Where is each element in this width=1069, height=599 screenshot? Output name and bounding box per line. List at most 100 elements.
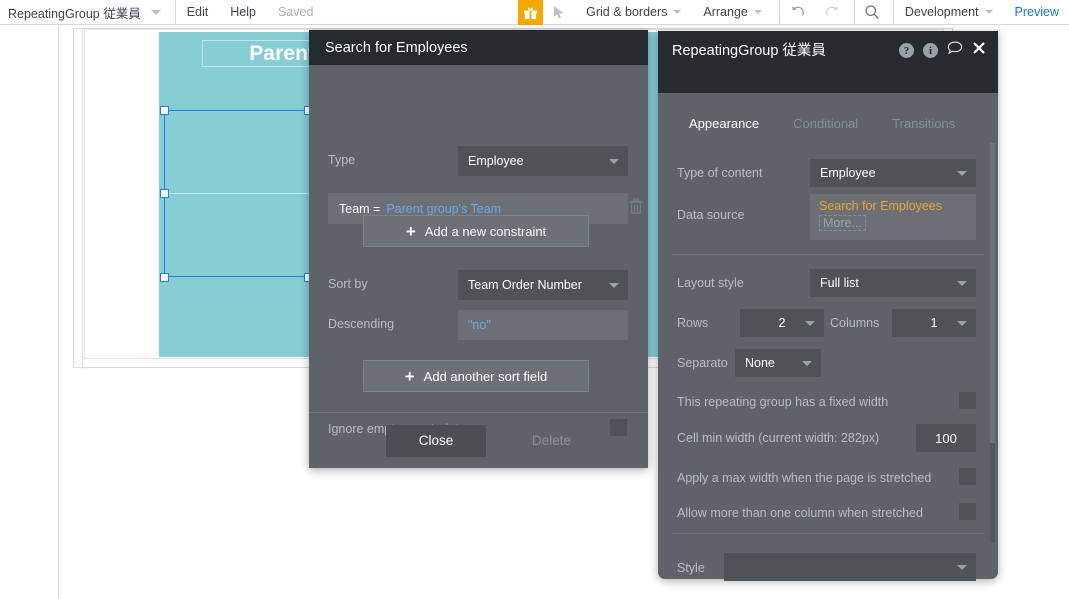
style-select[interactable]	[724, 553, 976, 581]
constraint-key: Team =	[339, 201, 381, 216]
panel-divider-1	[672, 254, 984, 255]
separator-value: None	[745, 356, 775, 370]
arrange-chevron-down-icon	[753, 10, 762, 14]
columns-chevron-down-icon	[957, 321, 967, 326]
help-icon[interactable]: ?	[899, 43, 914, 58]
menu-help[interactable]: Help	[219, 0, 267, 25]
plus-icon: +	[405, 221, 416, 241]
app-root: RepeatingGroup 従業員 Edit Help Saved Grid …	[0, 0, 1069, 599]
resize-handle-middle-left[interactable]	[160, 189, 169, 198]
property-panel-scrollbar-thumb[interactable]	[990, 143, 995, 443]
data-source-more-link[interactable]: More...	[819, 215, 866, 231]
cell-min-width-input[interactable]: 100	[916, 424, 976, 452]
descending-value[interactable]: "no"	[458, 310, 628, 340]
tab-appearance[interactable]: Appearance	[672, 105, 777, 141]
search-dialog-title: Search for Employees	[325, 39, 468, 56]
type-of-content-select[interactable]: Employee	[810, 159, 976, 187]
canvas-gutter-rule-1	[58, 25, 59, 599]
columns-value: 1	[930, 316, 938, 330]
menu-arrange[interactable]: Arrange	[692, 0, 772, 25]
close-icon[interactable]	[972, 41, 986, 60]
element-dialog-title: RepeatingGroup 従業員	[672, 43, 826, 59]
tab-transitions[interactable]: Transitions	[875, 105, 972, 141]
cursor-arrow-icon[interactable]	[543, 0, 575, 25]
close-button[interactable]: Close	[385, 424, 486, 457]
element-dialog-header-actions: ? i	[899, 41, 986, 60]
property-editor-tabs: Appearance Conditional Transitions	[672, 105, 972, 141]
columns-select[interactable]: 1	[892, 309, 976, 337]
type-label: Type	[328, 153, 356, 167]
resize-handle-bottom-left[interactable]	[160, 273, 169, 282]
type-of-content-chevron-down-icon	[957, 171, 967, 176]
sort-by-chevron-down-icon	[609, 283, 619, 288]
fixed-width-label: This repeating group has a fixed width	[677, 395, 889, 409]
info-icon[interactable]: i	[923, 43, 938, 58]
type-select[interactable]: Employee	[458, 146, 628, 176]
multi-column-checkbox[interactable]	[959, 503, 976, 520]
search-icon[interactable]	[855, 0, 889, 25]
type-select-value: Employee	[468, 154, 524, 168]
delete-constraint-trash-icon[interactable]	[629, 198, 643, 215]
menu-edit[interactable]: Edit	[176, 0, 220, 25]
appearance-panel: Type of content Employee Data source Sea…	[658, 141, 998, 581]
separator-label: Separato	[677, 356, 728, 370]
add-new-constraint-button[interactable]: + Add a new constraint	[363, 215, 589, 247]
data-source-field[interactable]: Search for Employees More...	[810, 194, 976, 240]
type-select-chevron-down-icon	[609, 159, 619, 164]
sort-by-select[interactable]: Team Order Number	[458, 270, 628, 300]
save-status: Saved	[277, 5, 314, 19]
tab-conditional[interactable]: Conditional	[776, 105, 875, 141]
repeating-group-property-editor[interactable]: RepeatingGroup 従業員 ? i Appearance Condit…	[658, 31, 998, 581]
resize-handle-top-left[interactable]	[160, 106, 169, 115]
layout-style-label: Layout style	[677, 276, 744, 290]
preview-button[interactable]: Preview	[1004, 0, 1069, 25]
canvas-gutter-rule-2	[82, 29, 83, 369]
max-width-checkbox[interactable]	[959, 468, 976, 485]
element-dialog-header: RepeatingGroup 従業員 ? i	[658, 31, 998, 93]
layout-style-select[interactable]: Full list	[810, 269, 976, 297]
cell-min-width-label: Cell min width (current width: 282px)	[677, 431, 880, 445]
menu-grid-borders-label: Grid & borders	[586, 5, 668, 19]
style-label: Style	[677, 561, 705, 575]
constraint-value[interactable]: Parent group's Team	[386, 202, 501, 216]
search-for-employees-dialog[interactable]: Search for Employees Type Employee Team …	[309, 30, 648, 468]
version-selector[interactable]: Development	[894, 0, 1004, 25]
delete-button: Delete	[531, 433, 572, 448]
comment-icon[interactable]	[947, 41, 963, 60]
undo-icon[interactable]	[780, 0, 815, 25]
add-another-sort-field-label: Add another sort field	[423, 368, 548, 384]
layout-style-chevron-down-icon	[957, 281, 967, 286]
rows-label: Rows	[677, 316, 709, 330]
grid-borders-chevron-down-icon	[673, 10, 682, 14]
style-chevron-down-icon	[957, 565, 967, 570]
rows-value: 2	[778, 316, 786, 330]
app-title: RepeatingGroup 従業員	[8, 6, 141, 21]
add-new-constraint-label: Add a new constraint	[424, 223, 547, 239]
version-chevron-down-icon	[984, 10, 993, 14]
menu-grid-borders[interactable]: Grid & borders	[575, 0, 692, 25]
sort-by-label: Sort by	[328, 277, 368, 291]
search-dialog-header: Search for Employees	[309, 30, 648, 65]
data-source-label: Data source	[677, 208, 745, 222]
gift-icon[interactable]	[518, 0, 544, 25]
max-width-label: Apply a max width when the page is stret…	[677, 471, 932, 485]
redo-icon[interactable]	[815, 0, 850, 25]
type-of-content-label: Type of content	[677, 166, 763, 180]
data-source-value[interactable]: Search for Employees	[819, 199, 967, 213]
plus-icon-2: +	[404, 366, 415, 386]
columns-label: Columns	[830, 316, 880, 330]
fixed-width-checkbox[interactable]	[959, 392, 976, 409]
top-toolbar: RepeatingGroup 従業員 Edit Help Saved Grid …	[0, 0, 1069, 25]
separator-chevron-down-icon	[802, 361, 812, 366]
search-dialog-body: Type Employee Team = Parent group's Team	[309, 65, 648, 437]
separator-select[interactable]: None	[735, 349, 821, 377]
panel-divider-2	[672, 533, 984, 534]
add-another-sort-field-button[interactable]: + Add another sort field	[363, 360, 589, 392]
app-title-chevron-down-icon[interactable]	[150, 9, 161, 15]
search-dialog-footer: Close Delete	[309, 412, 648, 468]
sort-by-select-value: Team Order Number	[468, 278, 582, 292]
multi-column-label: Allow more than one column when stretche…	[677, 506, 923, 520]
rows-select[interactable]: 2	[740, 309, 824, 337]
rows-chevron-down-icon	[805, 321, 815, 326]
menu-arrange-label: Arrange	[703, 5, 748, 19]
